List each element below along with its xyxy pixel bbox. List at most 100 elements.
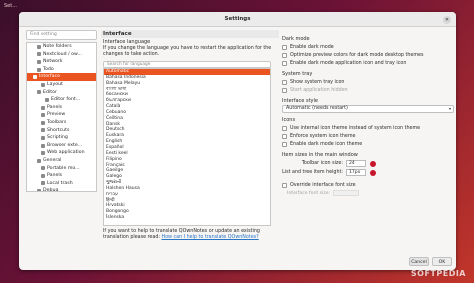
sidebar-item[interactable]: Todo [27, 66, 96, 74]
language-search-input[interactable]: Search for language [103, 61, 271, 68]
sidebar-item[interactable]: Web application [27, 149, 96, 157]
item-icon [37, 52, 41, 57]
language-search-placeholder: Search for language [107, 62, 151, 67]
reset-icon[interactable] [370, 160, 376, 167]
settings-tree: Note folders Nextcloud / ow... Network Todo… [26, 42, 97, 192]
dark-mode-option[interactable]: Enable dark mode application icon and tr… [282, 59, 454, 67]
sidebar-item[interactable]: Panels [27, 104, 96, 112]
sidebar-item[interactable]: Note folders [27, 43, 96, 51]
checkbox[interactable] [282, 133, 287, 139]
sidebar-item[interactable]: Debug [27, 187, 96, 192]
style-title: Interface style [282, 98, 318, 104]
sidebar-item-label: Note folders [43, 44, 72, 49]
sidebar-item-label: Debug [43, 188, 59, 192]
override-font-option[interactable]: Override interface font size [282, 181, 454, 189]
item-icon [37, 59, 41, 64]
sidebar-item-label: Panels [47, 173, 63, 179]
option-label: Enable dark mode icon theme [290, 141, 363, 147]
sidebar-item[interactable]: Layout [27, 81, 96, 89]
sidebar-item-label: Editor [43, 89, 57, 95]
sidebar-item-label: Browser exte... [47, 142, 83, 148]
item-icon [37, 90, 41, 95]
ok-button[interactable]: OK [432, 257, 452, 266]
tree-item-height-spinner[interactable]: 17px [346, 169, 366, 176]
sidebar-item[interactable]: Scripting [27, 134, 96, 142]
sidebar-item-label: Web application [47, 150, 85, 156]
sidebar-item[interactable]: Shortcuts [27, 127, 96, 135]
toolbar-icon-size-spinner[interactable]: 24 [346, 160, 366, 167]
item-icon [41, 135, 45, 140]
sidebar-item[interactable]: Local trash [27, 180, 96, 188]
translate-note: If you want to help to translate QOwnNot… [101, 229, 279, 241]
interface-panel: Interface Interface language If you chan… [101, 30, 279, 266]
dark-mode-option[interactable]: Optimize preview colors for dark mode de… [282, 51, 454, 59]
window-title: Settings [224, 16, 251, 22]
tray-option[interactable]: Start application hidden [282, 86, 454, 94]
sidebar-item-label: Toolbars [47, 119, 67, 125]
tray-option[interactable]: Show system tray icon [282, 78, 454, 86]
sidebar-item-label: Interface [39, 74, 60, 80]
sidebar-item[interactable]: Editor [27, 89, 96, 97]
sidebar-item[interactable]: Interface [27, 73, 96, 81]
watermark: SOFTPEDIA [410, 269, 466, 278]
sidebar: Find setting Note folders Nextcloud / ow.… [26, 30, 97, 264]
checkbox[interactable] [282, 87, 287, 93]
option-label: Override interface font size [290, 182, 356, 188]
font-size-label: Interface font size: [287, 190, 331, 196]
language-list: Automatic Bahasa Indonesia Bahasa Melayu বা… [103, 68, 271, 226]
icons-option[interactable]: Use internal icon theme instead of syste… [282, 124, 454, 132]
sidebar-item[interactable]: Nextcloud / ow... [27, 51, 96, 59]
item-icon [45, 97, 49, 102]
sidebar-item-label: Portable mo... [47, 165, 80, 171]
close-icon[interactable]: ✕ [443, 16, 451, 24]
dialog-buttons: Cancel OK [409, 257, 452, 266]
sidebar-item[interactable]: Toolbars [27, 119, 96, 127]
sidebar-item-label: Preview [47, 112, 66, 118]
checkbox[interactable] [282, 44, 287, 50]
checkbox[interactable] [282, 141, 287, 147]
icons-option[interactable]: Enforce system icon theme [282, 132, 454, 140]
option-label: Enable dark mode [290, 44, 334, 50]
sidebar-item[interactable]: Browser exte... [27, 142, 96, 150]
dark-mode-option[interactable]: Enable dark mode [282, 43, 454, 51]
sidebar-item-label: Panels [47, 104, 63, 110]
item-icon [37, 67, 41, 72]
cancel-button[interactable]: Cancel [409, 257, 429, 266]
reset-icon[interactable] [370, 169, 376, 176]
sidebar-item[interactable]: General [27, 157, 96, 165]
sidebar-item-label: Todo [43, 66, 54, 72]
sidebar-search-input[interactable]: Find setting [26, 30, 97, 40]
checkbox[interactable] [282, 125, 287, 131]
interface-style-select[interactable]: Automatic (needs restart) ▾ [282, 105, 454, 113]
option-label: Start application hidden [290, 87, 348, 93]
settings-window: Settings ✕ Find setting Note folders Next… [19, 12, 456, 270]
sidebar-item[interactable]: Panels [27, 172, 96, 180]
checkbox[interactable] [282, 182, 287, 188]
item-icon [41, 166, 45, 171]
sidebar-item[interactable]: Preview [27, 111, 96, 119]
item-icon [37, 189, 41, 191]
item-icon [41, 113, 45, 118]
font-size-input[interactable] [333, 190, 360, 196]
checkbox[interactable] [282, 52, 287, 58]
checkbox[interactable] [282, 79, 287, 85]
item-icon [37, 44, 41, 49]
tree-item-height-label: List and tree item height: [282, 170, 343, 175]
checkbox[interactable] [282, 60, 287, 66]
sidebar-item[interactable]: Editor font... [27, 96, 96, 104]
sidebar-item-label: Network [43, 59, 63, 65]
search-placeholder: Find setting [30, 32, 57, 37]
font-size-row: Interface font size: [287, 189, 454, 197]
item-icon [41, 173, 45, 178]
chevron-down-icon: ▾ [448, 106, 451, 111]
sidebar-item[interactable]: Network [27, 58, 96, 66]
icons-option[interactable]: Enable dark mode icon theme [282, 140, 454, 148]
option-label: Optimize preview colors for dark mode de… [290, 52, 424, 58]
sidebar-item[interactable]: Portable mo... [27, 165, 96, 173]
item-icon [41, 143, 45, 148]
sidebar-item-label: Editor font... [51, 97, 81, 103]
toolbar-icon-size-label: Toolbar icon size: [301, 161, 343, 166]
language-item[interactable]: Íslenska [104, 215, 270, 221]
window-titlebar: Settings ✕ [19, 12, 456, 27]
translate-help-link[interactable]: How can I help to translate QOwnNotes? [162, 235, 259, 240]
